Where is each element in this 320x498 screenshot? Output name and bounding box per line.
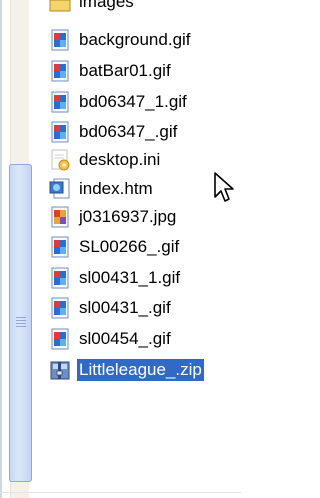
gif-file-icon (51, 29, 69, 51)
zip-file-icon (50, 361, 70, 380)
file-name: batBar01.gif (79, 61, 171, 80)
list-item-file[interactable]: sl00454_.gif (49, 326, 173, 352)
pane-bottom-divider (0, 492, 241, 493)
gif-file-icon (51, 297, 69, 319)
gif-file-icon (51, 91, 69, 113)
file-name: j0316937.jpg (79, 207, 177, 226)
gif-file-icon (51, 236, 69, 258)
list-item-images-folder[interactable]: images (49, 0, 136, 15)
file-name: sl00431_.gif (79, 298, 171, 317)
file-name: Littleleague_.zip (77, 359, 204, 381)
file-name: background.gif (79, 30, 191, 49)
file-name: bd06347_.gif (79, 122, 178, 141)
jpg-file-icon (51, 206, 69, 228)
file-name: sl00431_1.gif (79, 268, 181, 287)
file-name: images (79, 0, 134, 11)
list-item-file[interactable]: sl00431_.gif (49, 295, 173, 321)
gif-file-icon (51, 121, 69, 143)
list-item-file[interactable]: SL00266_.gif (49, 234, 181, 260)
list-item-file[interactable]: sl00431_1.gif (49, 265, 182, 291)
list-item-file[interactable]: bd06347_.gif (49, 119, 179, 145)
list-item-file[interactable]: j0316937.jpg (49, 204, 178, 230)
settings-file-icon (51, 149, 70, 171)
scrollbar-grip-line (16, 323, 26, 324)
file-name: bd06347_1.gif (79, 92, 187, 111)
list-item-file[interactable]: batBar01.gif (49, 58, 173, 84)
gif-file-icon (51, 60, 69, 82)
mouse-pointer-icon (214, 172, 234, 202)
html-file-icon (49, 178, 70, 199)
folder-icon (49, 0, 71, 12)
file-name: index.htm (79, 179, 153, 198)
vertical-scrollbar-thumb[interactable] (9, 164, 32, 482)
list-item-file[interactable]: bd06347_1.gif (49, 89, 189, 115)
list-item-file-selected[interactable]: Littleleague_.zip (49, 357, 204, 383)
list-item-file[interactable]: index.htm (49, 176, 155, 202)
file-name: desktop.ini (79, 150, 161, 169)
file-name: sl00454_.gif (79, 329, 171, 348)
gif-file-icon (51, 328, 69, 350)
list-item-file[interactable]: background.gif (49, 27, 193, 53)
scrollbar-grip-line (16, 317, 26, 318)
scrollbar-grip-line (16, 320, 26, 321)
list-item-file[interactable]: desktop.ini (49, 147, 162, 173)
pane-border (0, 0, 2, 498)
file-name: SL00266_.gif (79, 237, 180, 256)
gif-file-icon (51, 267, 69, 289)
explorer-file-pane: images background.gif batBar01.gif bd063… (0, 0, 241, 498)
scrollbar-grip-line (16, 326, 26, 327)
